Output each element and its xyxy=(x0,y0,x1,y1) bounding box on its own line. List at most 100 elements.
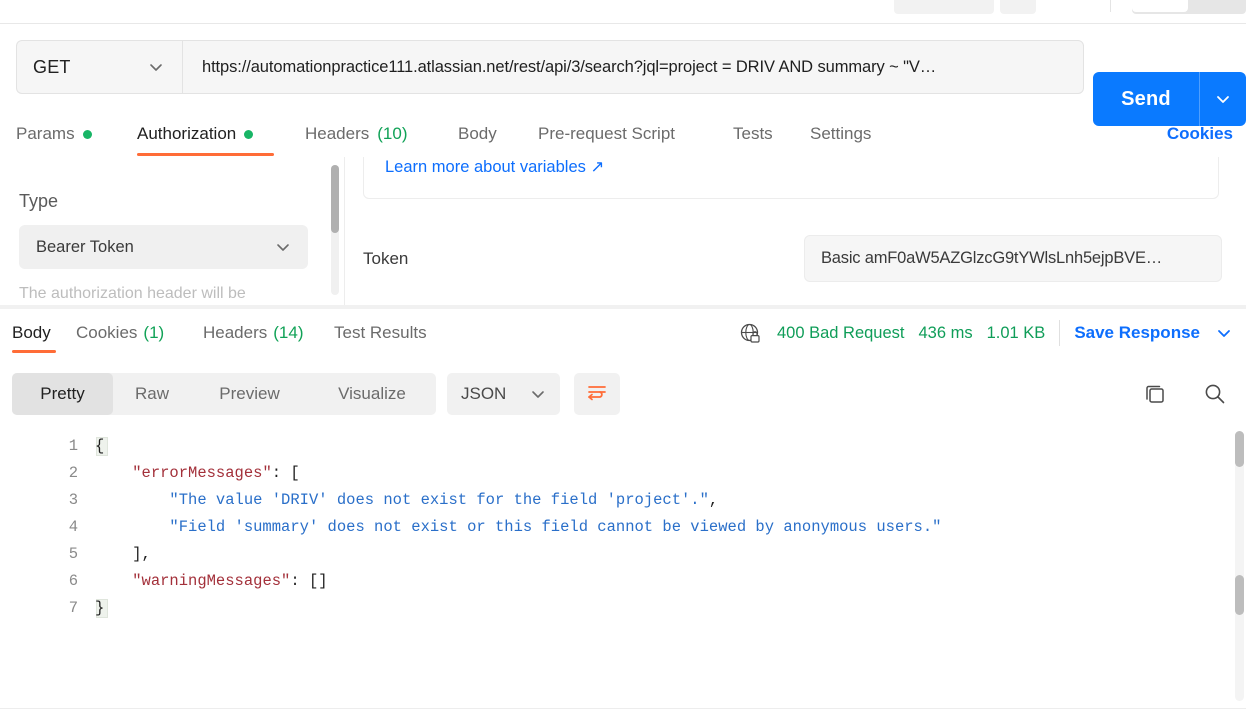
response-tab-cookies[interactable]: Cookies (1) xyxy=(76,309,164,357)
tab-authorization-underline xyxy=(137,153,274,156)
search-icon[interactable] xyxy=(1202,381,1228,407)
tab-tests[interactable]: Tests xyxy=(733,112,773,156)
view-mode-pretty[interactable]: Pretty xyxy=(12,373,113,415)
authorization-panel: Type Bearer Token The authorization head… xyxy=(0,157,1246,305)
response-tab-headers[interactable]: Headers (14) xyxy=(203,309,304,357)
learn-more-variables-link[interactable]: Learn more about variables ↗ xyxy=(385,157,604,177)
response-format-value: JSON xyxy=(461,384,507,403)
top-chrome-chip-b[interactable] xyxy=(1000,0,1036,14)
line-number: 1 xyxy=(68,437,78,455)
auth-type-chevron-down-icon xyxy=(273,237,308,257)
send-button-label: Send xyxy=(1121,87,1171,110)
code-line: 1{ xyxy=(0,433,1240,460)
code-line-text: } xyxy=(95,599,105,617)
tab-headers-label: Headers xyxy=(305,124,370,143)
copy-icon[interactable] xyxy=(1142,381,1168,407)
token-value: Basic amF0aW5AZGlzcG9tYWlsLnh5ejpBVE… xyxy=(821,249,1163,267)
tab-headers[interactable]: Headers (10) xyxy=(305,112,408,156)
tab-body[interactable]: Body xyxy=(458,112,497,156)
line-number: 3 xyxy=(68,491,78,509)
code-line-text: ], xyxy=(132,545,151,563)
response-body-code-viewer[interactable]: 1{2 "errorMessages": [3 "The value 'DRIV… xyxy=(0,423,1246,709)
tab-tests-label: Tests xyxy=(733,124,773,143)
tab-settings[interactable]: Settings xyxy=(810,112,871,156)
code-scrollbar-track[interactable] xyxy=(1235,431,1244,701)
code-line: 3 "The value 'DRIV' does not exist for t… xyxy=(0,487,1240,514)
line-number: 6 xyxy=(68,572,78,590)
response-tab-test-results[interactable]: Test Results xyxy=(334,309,427,357)
top-chrome-chip-c-inner[interactable] xyxy=(1132,0,1188,12)
response-tab-bar: Body Cookies (1) Headers (14) Test Resul… xyxy=(0,309,1246,357)
http-method-select[interactable]: GET xyxy=(16,40,182,94)
code-line-text: "Field 'summary' does not exist or this … xyxy=(169,518,942,536)
response-tab-test-results-label: Test Results xyxy=(334,323,427,342)
send-options-chevron-down-icon[interactable] xyxy=(1200,89,1246,109)
response-meta-group: 400 Bad Request 436 ms 1.01 KB Save Resp… xyxy=(738,309,1234,357)
top-chrome-strip xyxy=(0,0,1246,24)
top-chrome-chip-a[interactable] xyxy=(894,0,994,14)
globe-lock-icon[interactable] xyxy=(738,321,763,346)
tab-params-dot-icon xyxy=(82,129,92,139)
request-url-value: https://automationpractice111.atlassian.… xyxy=(202,57,937,76)
line-number: 7 xyxy=(68,599,78,617)
response-format-select[interactable]: JSON xyxy=(447,373,560,415)
response-size: 1.01 KB xyxy=(986,323,1046,342)
auth-left-scrollbar-thumb[interactable] xyxy=(331,165,339,233)
code-line: 6 "warningMessages": [] xyxy=(0,568,1240,595)
response-body-toolbar: Pretty Raw Preview Visualize JSON xyxy=(0,365,1246,423)
tab-headers-count: (10) xyxy=(377,124,408,143)
cookies-link[interactable]: Cookies xyxy=(1167,112,1233,156)
tab-pre-request-script-label: Pre-request Script xyxy=(538,124,675,143)
response-tab-cookies-label: Cookies xyxy=(76,323,138,342)
wrap-lines-button[interactable] xyxy=(574,373,620,415)
save-response-button[interactable]: Save Response xyxy=(1074,323,1200,343)
save-response-chevron-down-icon[interactable] xyxy=(1214,323,1234,343)
tab-settings-label: Settings xyxy=(810,124,872,143)
code-line-text: "The value 'DRIV' does not exist for the… xyxy=(169,491,719,509)
request-tab-bar: Params Authorization Headers (10) Body P… xyxy=(0,112,1246,269)
code-line-text: "warningMessages": [] xyxy=(132,572,328,590)
response-format-chevron-down-icon xyxy=(528,384,560,404)
request-url-input[interactable]: https://automationpractice111.atlassian.… xyxy=(182,40,1084,94)
code-line: 2 "errorMessages": [ xyxy=(0,460,1240,487)
tab-body-label: Body xyxy=(458,124,497,143)
chevron-down-icon xyxy=(146,57,182,77)
auth-type-select[interactable]: Bearer Token xyxy=(19,225,308,269)
response-tab-body-label: Body xyxy=(12,323,51,342)
response-tab-headers-count: (14) xyxy=(273,323,304,342)
view-mode-visualize[interactable]: Visualize xyxy=(308,373,436,415)
code-line-text: { xyxy=(95,437,105,455)
tab-params[interactable]: Params xyxy=(16,112,92,156)
line-number: 2 xyxy=(68,464,78,482)
authorization-detail-column: Learn more about variables ↗ Token Basic… xyxy=(345,157,1246,305)
tab-authorization[interactable]: Authorization xyxy=(137,112,254,156)
tab-params-label: Params xyxy=(16,124,75,143)
code-scrollbar-thumb-bottom[interactable] xyxy=(1235,575,1244,615)
response-tab-cookies-count: (1) xyxy=(143,323,165,342)
request-url-row: GET https://automationpractice111.atlass… xyxy=(0,33,1246,126)
response-view-mode-group: Pretty Raw Preview Visualize xyxy=(12,373,436,415)
line-number: 4 xyxy=(68,518,78,536)
response-tab-body-underline xyxy=(12,350,56,353)
code-line: 4 "Field 'summary' does not exist or thi… xyxy=(0,514,1240,541)
wrap-lines-icon xyxy=(585,380,609,409)
line-number: 5 xyxy=(68,545,78,563)
auth-description-text: The authorization header will be xyxy=(19,285,246,302)
response-body-actions xyxy=(1142,373,1228,415)
top-chrome-rule xyxy=(0,23,1246,24)
code-line-text: "errorMessages": [ xyxy=(132,464,300,482)
top-chrome-divider xyxy=(1110,0,1111,12)
postman-window: GET https://automationpractice111.atlass… xyxy=(0,0,1246,709)
tab-authorization-dot-icon xyxy=(244,129,254,139)
http-method-value: GET xyxy=(33,56,71,77)
response-time: 436 ms xyxy=(918,323,973,342)
token-input[interactable]: Basic amF0aW5AZGlzcG9tYWlsLnh5ejpBVE… xyxy=(804,235,1222,282)
view-mode-raw[interactable]: Raw xyxy=(113,373,191,415)
authorization-type-column: Type Bearer Token The authorization head… xyxy=(0,157,344,305)
response-status: 400 Bad Request xyxy=(776,323,905,342)
token-label: Token xyxy=(363,249,409,268)
code-line: 7} xyxy=(0,595,1240,622)
view-mode-preview[interactable]: Preview xyxy=(191,373,308,415)
tab-pre-request-script[interactable]: Pre-request Script xyxy=(538,112,675,156)
code-scrollbar-thumb-top[interactable] xyxy=(1235,431,1244,467)
